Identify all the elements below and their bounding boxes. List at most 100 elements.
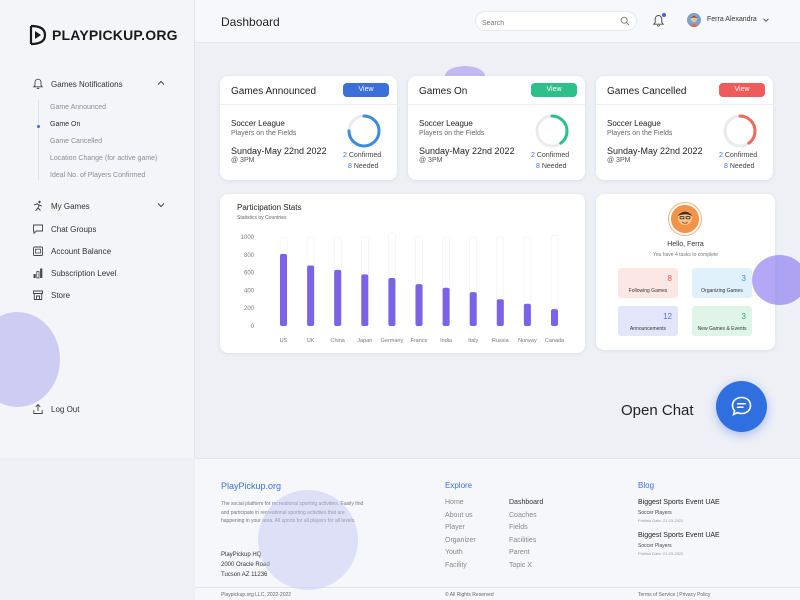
chevron-up-icon[interactable]	[156, 78, 166, 88]
game-time: @ 3PM	[607, 157, 631, 164]
footer-link-dashboard[interactable]: Dashboard	[509, 499, 543, 506]
footer-link-player[interactable]: Player	[445, 524, 465, 531]
card-games-cancelled: Games Cancelled View Soccer League Players …	[596, 76, 773, 180]
league-name: Soccer League	[231, 119, 285, 128]
runner-icon	[33, 200, 43, 212]
user-avatar[interactable]	[687, 13, 701, 27]
bar-russia[interactable]	[496, 299, 504, 326]
nav-account-balance-label: Account Balance	[51, 246, 112, 256]
sub-item-ideal-players[interactable]: Ideal No. of Players Confirmed	[50, 172, 145, 179]
league-name: Soccer League	[607, 119, 661, 128]
log-out-button[interactable]: Log Out	[32, 403, 79, 415]
chevron-down-icon[interactable]	[156, 200, 166, 210]
tile-label: New Games & Events	[697, 326, 747, 332]
footer-link-coaches[interactable]: Coaches	[509, 512, 537, 519]
submenu-line	[38, 100, 39, 180]
all-rights-reserved: © All Rights Reserved	[445, 592, 494, 598]
open-chat-label[interactable]: Open Chat	[621, 402, 694, 419]
needed-count: 8 Needed	[724, 163, 754, 170]
nav-games-notifications[interactable]: Games Notifications	[32, 78, 123, 90]
bar-japan[interactable]	[361, 274, 369, 326]
footer-brand[interactable]: PlayPickup.org	[221, 481, 281, 491]
footer-link-youth[interactable]: Youth	[445, 549, 463, 556]
sub-item-game-announced[interactable]: Game Announced	[50, 104, 106, 111]
x-tick-label: Canada	[545, 338, 565, 344]
tile-count: 3	[741, 274, 746, 283]
participation-bar-chart: 0 200 400 600 800 1000 US UK China Japan Germany Fr…	[241, 232, 565, 344]
bar-uk[interactable]	[307, 265, 315, 326]
page-title: Dashboard	[221, 15, 280, 29]
footer-link-fields[interactable]: Fields	[509, 524, 528, 531]
progress-ring	[347, 114, 381, 148]
x-tick-label: Russia	[492, 338, 510, 344]
footer-link-facility[interactable]: Facility	[445, 562, 467, 569]
footer-link-home[interactable]: Home	[445, 499, 464, 506]
tile-following-games[interactable]: 8 Following Games	[618, 268, 678, 298]
bell-icon	[32, 78, 44, 90]
view-button[interactable]: View	[719, 83, 765, 97]
bar-norway[interactable]	[523, 303, 531, 326]
blog-post-tag: Soccer Players	[638, 510, 672, 516]
nav-account-balance[interactable]: Account Balance	[32, 245, 111, 257]
card-divider	[408, 104, 585, 105]
game-date: Sunday-May 22nd 2022	[231, 146, 327, 156]
search-input[interactable]	[476, 14, 606, 33]
sub-item-location-change[interactable]: Location Change (for active game)	[50, 155, 157, 162]
tile-organizing-games[interactable]: 3 Organizing Games	[692, 268, 752, 298]
terms-privacy-links[interactable]: Terms of Service | Privacy Policy	[638, 592, 710, 598]
tile-announcements[interactable]: 12 Announcements	[618, 306, 678, 336]
search-icon[interactable]	[620, 16, 630, 26]
logo[interactable]: PLAYPICKUP.ORG	[28, 24, 178, 46]
user-name[interactable]: Ferra Alexandra	[707, 16, 757, 23]
nav-chat-groups-label: Chat Groups	[51, 224, 97, 234]
card-divider	[220, 104, 397, 105]
footer-link-parent[interactable]: Parent	[509, 549, 530, 556]
blog-post-title[interactable]: Biggest Sports Event UAE	[638, 499, 720, 506]
sidebar: PLAYPICKUP.ORG Games Notifications Game …	[0, 0, 195, 458]
footer-link-about-us[interactable]: About us	[445, 512, 473, 519]
confirmed-label: Confirmed	[534, 152, 570, 159]
needed-count: 8 Needed	[536, 163, 566, 170]
nav-chat-groups[interactable]: Chat Groups	[32, 223, 96, 235]
bar-china[interactable]	[334, 269, 342, 326]
notification-dot	[662, 13, 666, 17]
footer-description: The social platform for recreational spo…	[221, 501, 364, 524]
search-box[interactable]	[475, 11, 637, 33]
bar-france[interactable]	[415, 284, 423, 326]
nav-subscription-level-label: Subscription Level	[51, 268, 117, 278]
footer-address: PlayPickup HQ 2000 Oracle Road Tucson AZ…	[221, 550, 270, 580]
open-chat-button[interactable]	[716, 381, 767, 432]
blog-post-title[interactable]: Biggest Sports Event UAE	[638, 532, 720, 539]
blog-post-tag: Soccer Players	[638, 543, 672, 549]
view-button[interactable]: View	[343, 83, 389, 97]
nav-subscription-level[interactable]: Subscription Level	[32, 267, 116, 279]
league-name: Soccer League	[419, 119, 473, 128]
bar-germany[interactable]	[388, 277, 396, 326]
bar-canada[interactable]	[551, 309, 558, 326]
blog-post-date: Publish Date: 21-03-2022	[638, 518, 684, 523]
avatar-face-icon	[671, 205, 699, 233]
footer-link-facilities[interactable]: Facilities	[509, 537, 536, 544]
y-tick-label: 1000	[241, 235, 255, 241]
avatar-face-icon	[687, 13, 701, 27]
footer-link-topic-x[interactable]: Topic X	[509, 562, 532, 569]
footer-link-organizer[interactable]: Organizer	[445, 537, 476, 544]
view-button[interactable]: View	[531, 83, 577, 97]
bar-us[interactable]	[280, 253, 287, 326]
nav-my-games-label: My Games	[51, 201, 90, 211]
blog-post-date: Publish Date: 21-03-2022	[638, 551, 684, 556]
game-time: @ 3PM	[231, 157, 255, 164]
bar-italy[interactable]	[469, 292, 477, 326]
chevron-down-icon[interactable]	[762, 16, 770, 24]
nav-games-notifications-label: Games Notifications	[51, 79, 123, 89]
y-tick-label: 200	[244, 306, 255, 312]
needed-label: Needed	[727, 163, 755, 170]
logo-text: PLAYPICKUP.ORG	[52, 27, 178, 43]
nav-my-games[interactable]: My Games	[32, 200, 90, 212]
sub-item-game-cancelled[interactable]: Game Cancelled	[50, 138, 102, 145]
bar-india[interactable]	[442, 287, 450, 326]
needed-label: Needed	[539, 163, 567, 170]
tile-new-games-events[interactable]: 3 New Games & Events	[692, 306, 752, 336]
sub-item-game-on[interactable]: Game On	[50, 121, 80, 128]
nav-store[interactable]: Store	[32, 289, 70, 301]
